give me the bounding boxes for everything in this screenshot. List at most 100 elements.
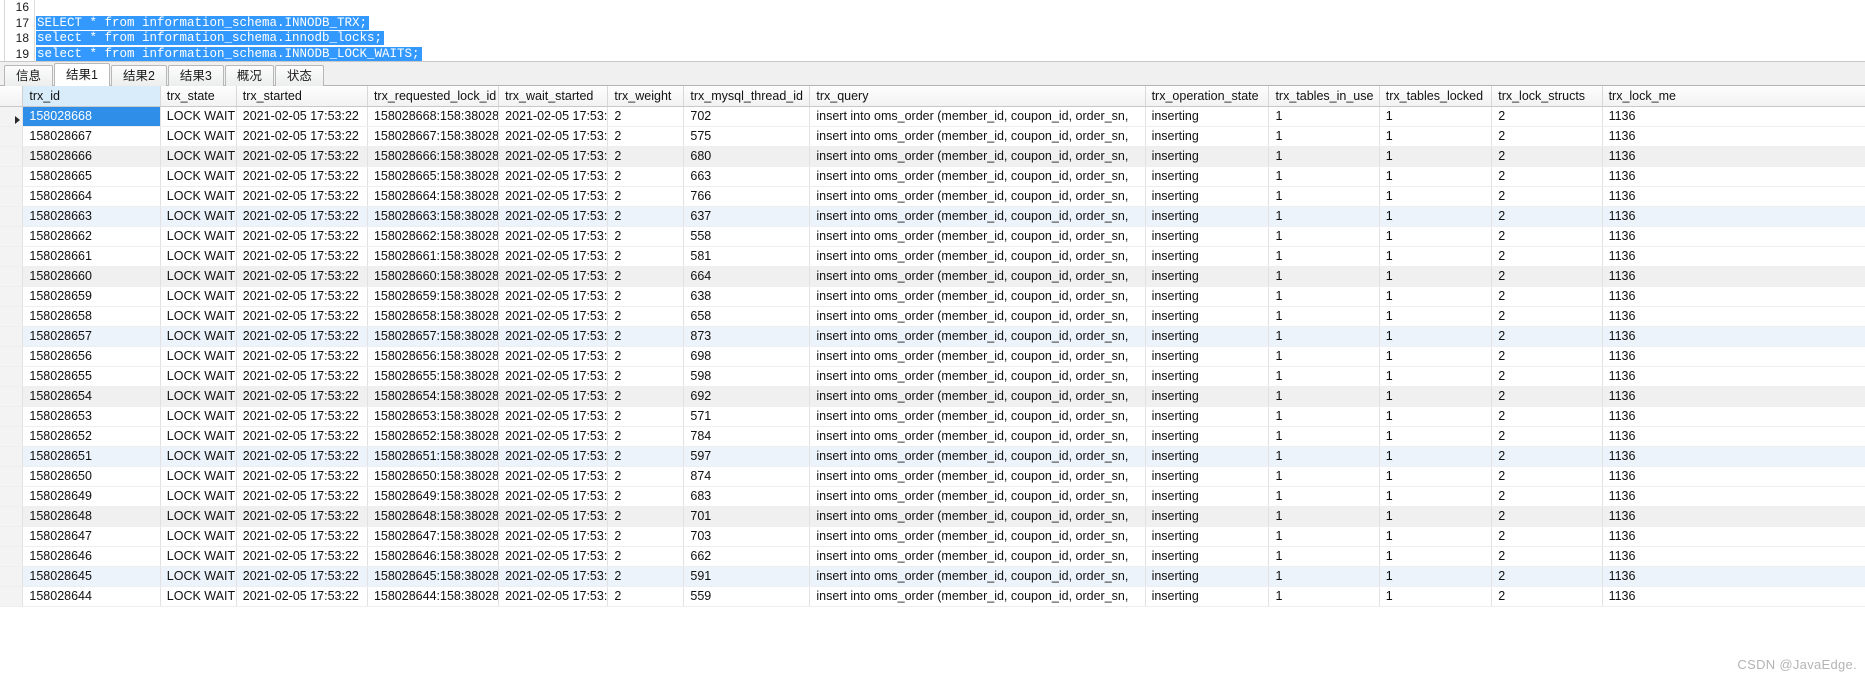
cell-trx_wait_started[interactable]: 2021-02-05 17:53:22 [498,206,609,227]
cell-trx_lock_structs[interactable]: 2 [1491,366,1603,387]
cell-trx_wait_started[interactable]: 2021-02-05 17:53:22 [498,106,609,127]
cell-trx_mysql_thread_id[interactable]: 703 [683,526,811,547]
cell-trx_started[interactable]: 2021-02-05 17:53:22 [236,466,368,487]
cell-trx_weight[interactable]: 2 [607,266,685,287]
cell-trx_query[interactable]: insert into oms_order (member_id, coupon… [809,586,1146,607]
cell-trx_requested_lock_id[interactable]: 158028650:158:380287:1 [367,466,500,487]
cell-trx_wait_started[interactable]: 2021-02-05 17:53:22 [498,186,609,207]
result-grid-container[interactable]: trx_id trx_state trx_started trx_requested_… [0,86,1865,678]
cell-trx_started[interactable]: 2021-02-05 17:53:22 [236,346,368,367]
cell-trx_mysql_thread_id[interactable]: 571 [683,406,811,427]
column-header-trx_id[interactable]: trx_id [22,86,161,107]
cell-trx_query[interactable]: insert into oms_order (member_id, coupon… [809,346,1146,367]
cell-trx_query[interactable]: insert into oms_order (member_id, coupon… [809,506,1146,527]
cell-trx_tables_locked[interactable]: 1 [1379,286,1493,307]
cell-trx_lock_memory_bytes[interactable]: 1136 [1602,306,1865,327]
cell-trx_id[interactable]: 158028652 [22,426,161,447]
cell-trx_id[interactable]: 158028646 [22,546,161,567]
column-header-trx_weight[interactable]: trx_weight [607,86,685,107]
table-row[interactable]: 158028653 LOCK WAIT 2021-02-05 17:53:22 158… [0,406,1865,427]
cell-trx_tables_in_use[interactable]: 1 [1268,146,1380,167]
row-marker[interactable] [0,166,24,187]
cell-trx_mysql_thread_id[interactable]: 581 [683,246,811,267]
row-marker[interactable] [0,106,24,127]
cell-trx_state[interactable]: LOCK WAIT [160,546,237,567]
cell-trx_id[interactable]: 158028664 [22,186,161,207]
cell-trx_started[interactable]: 2021-02-05 17:53:22 [236,566,368,587]
cell-trx_lock_memory_bytes[interactable]: 1136 [1602,386,1865,407]
cell-trx_wait_started[interactable]: 2021-02-05 17:53:22 [498,486,609,507]
cell-trx_weight[interactable]: 2 [607,586,685,607]
cell-trx_lock_memory_bytes[interactable]: 1136 [1602,446,1865,467]
cell-trx_lock_memory_bytes[interactable]: 1136 [1602,426,1865,447]
cell-trx_tables_in_use[interactable]: 1 [1268,546,1380,567]
cell-trx_weight[interactable]: 2 [607,166,685,187]
cell-trx_lock_memory_bytes[interactable]: 1136 [1602,186,1865,207]
cell-trx_mysql_thread_id[interactable]: 638 [683,286,811,307]
cell-trx_operation_state[interactable]: inserting [1145,346,1270,367]
cell-trx_id[interactable]: 158028648 [22,506,161,527]
cell-trx_weight[interactable]: 2 [607,546,685,567]
cell-trx_mysql_thread_id[interactable]: 702 [683,106,811,127]
cell-trx_tables_locked[interactable]: 1 [1379,446,1493,467]
row-marker[interactable] [0,186,24,207]
cell-trx_id[interactable]: 158028647 [22,526,161,547]
cell-trx_state[interactable]: LOCK WAIT [160,126,237,147]
cell-trx_lock_structs[interactable]: 2 [1491,406,1603,427]
cell-trx_weight[interactable]: 2 [607,246,685,267]
cell-trx_operation_state[interactable]: inserting [1145,266,1270,287]
cell-trx_lock_structs[interactable]: 2 [1491,266,1603,287]
cell-trx_mysql_thread_id[interactable]: 698 [683,346,811,367]
cell-trx_weight[interactable]: 2 [607,466,685,487]
cell-trx_mysql_thread_id[interactable]: 664 [683,266,811,287]
cell-trx_state[interactable]: LOCK WAIT [160,406,237,427]
cell-trx_lock_structs[interactable]: 2 [1491,346,1603,367]
cell-trx_mysql_thread_id[interactable]: 658 [683,306,811,327]
cell-trx_started[interactable]: 2021-02-05 17:53:22 [236,166,368,187]
cell-trx_id[interactable]: 158028650 [22,466,161,487]
cell-trx_query[interactable]: insert into oms_order (member_id, coupon… [809,226,1146,247]
cell-trx_lock_structs[interactable]: 2 [1491,246,1603,267]
cell-trx_state[interactable]: LOCK WAIT [160,186,237,207]
cell-trx_weight[interactable]: 2 [607,346,685,367]
cell-trx_query[interactable]: insert into oms_order (member_id, coupon… [809,206,1146,227]
cell-trx_query[interactable]: insert into oms_order (member_id, coupon… [809,426,1146,447]
cell-trx_id[interactable]: 158028657 [22,326,161,347]
cell-trx_started[interactable]: 2021-02-05 17:53:22 [236,246,368,267]
cell-trx_mysql_thread_id[interactable]: 559 [683,586,811,607]
cell-trx_tables_in_use[interactable]: 1 [1268,206,1380,227]
cell-trx_lock_memory_bytes[interactable]: 1136 [1602,226,1865,247]
cell-trx_requested_lock_id[interactable]: 158028644:158:380287:1 [367,586,500,607]
row-marker[interactable] [0,466,24,487]
cell-trx_requested_lock_id[interactable]: 158028659:158:380287:1 [367,286,500,307]
cell-trx_requested_lock_id[interactable]: 158028657:158:380287:1 [367,326,500,347]
cell-trx_started[interactable]: 2021-02-05 17:53:22 [236,446,368,467]
cell-trx_state[interactable]: LOCK WAIT [160,526,237,547]
cell-trx_mysql_thread_id[interactable]: 597 [683,446,811,467]
cell-trx_id[interactable]: 158028654 [22,386,161,407]
cell-trx_weight[interactable]: 2 [607,386,685,407]
cell-trx_lock_structs[interactable]: 2 [1491,106,1603,127]
cell-trx_lock_memory_bytes[interactable]: 1136 [1602,206,1865,227]
cell-trx_state[interactable]: LOCK WAIT [160,286,237,307]
row-marker[interactable] [0,366,24,387]
cell-trx_weight[interactable]: 2 [607,486,685,507]
cell-trx_mysql_thread_id[interactable]: 784 [683,426,811,447]
table-row[interactable]: 158028650 LOCK WAIT 2021-02-05 17:53:22 158… [0,466,1865,487]
cell-trx_state[interactable]: LOCK WAIT [160,566,237,587]
cell-trx_operation_state[interactable]: inserting [1145,506,1270,527]
cell-trx_wait_started[interactable]: 2021-02-05 17:53:22 [498,166,609,187]
cell-trx_started[interactable]: 2021-02-05 17:53:22 [236,186,368,207]
cell-trx_lock_memory_bytes[interactable]: 1136 [1602,166,1865,187]
table-row[interactable]: 158028661 LOCK WAIT 2021-02-05 17:53:22 158… [0,246,1865,267]
cell-trx_state[interactable]: LOCK WAIT [160,246,237,267]
cell-trx_state[interactable]: LOCK WAIT [160,386,237,407]
table-row[interactable]: 158028655 LOCK WAIT 2021-02-05 17:53:22 158… [0,366,1865,387]
row-marker[interactable] [0,546,24,567]
table-row[interactable]: 158028644 LOCK WAIT 2021-02-05 17:53:22 158… [0,586,1865,607]
cell-trx_tables_locked[interactable]: 1 [1379,366,1493,387]
cell-trx_lock_structs[interactable]: 2 [1491,186,1603,207]
cell-trx_started[interactable]: 2021-02-05 17:53:22 [236,106,368,127]
cell-trx_tables_locked[interactable]: 1 [1379,206,1493,227]
row-marker[interactable] [0,426,24,447]
